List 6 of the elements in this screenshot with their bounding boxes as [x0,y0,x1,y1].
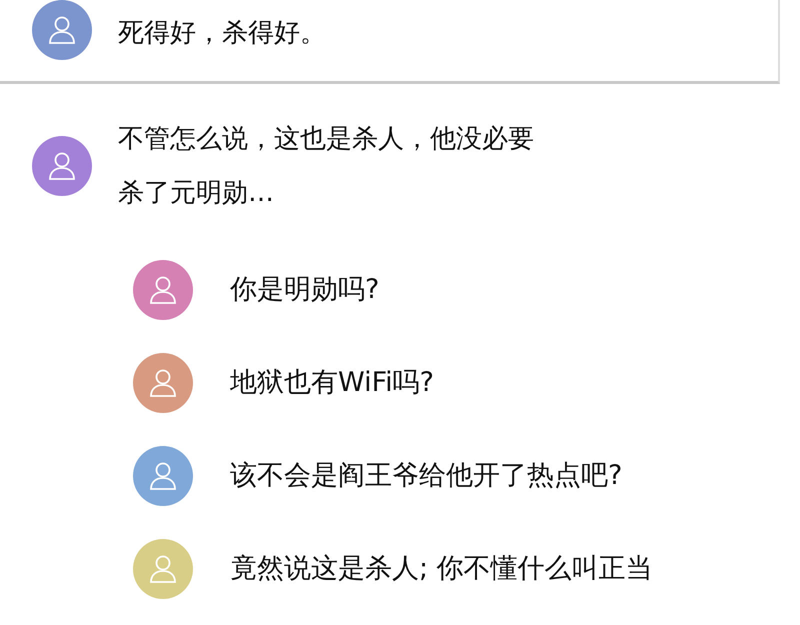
reply-text: 你是明勋吗? [230,273,380,307]
comment-text: 不管怎么说，这也是杀人，他没必要杀了元明勋… [118,123,535,210]
reply-text: 竟然说这是杀人; 你不懂什么叫正当 [230,552,653,586]
reply-text: 地狱也有WiFi吗? [230,366,434,400]
reply-text: 该不会是阎王爷给他开了热点吧? [230,459,622,493]
comment-text: 死得好，杀得好。 [118,17,326,50]
